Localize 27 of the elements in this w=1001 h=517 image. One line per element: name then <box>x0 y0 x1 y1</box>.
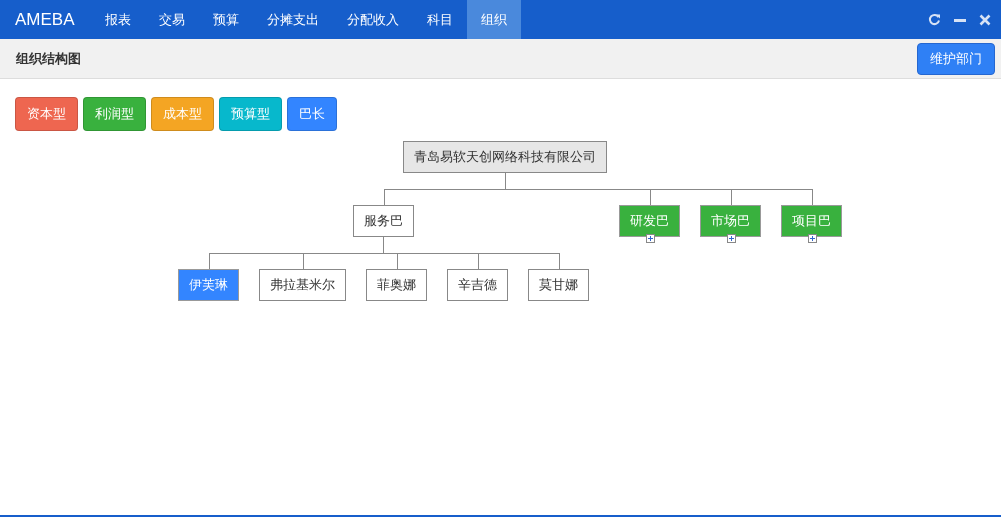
legend-tag: 成本型 <box>151 97 214 131</box>
org-node[interactable]: 莫甘娜 <box>528 269 589 301</box>
refresh-icon[interactable] <box>928 13 941 26</box>
org-node[interactable]: 青岛易软天创网络科技有限公司 <box>403 141 607 173</box>
org-node[interactable]: 菲奥娜 <box>366 269 427 301</box>
legend-tag: 资本型 <box>15 97 78 131</box>
expand-icon[interactable] <box>807 234 817 243</box>
org-node[interactable]: 服务巴 <box>353 205 414 237</box>
expand-icon[interactable] <box>645 234 655 243</box>
maintain-department-button[interactable]: 维护部门 <box>917 42 995 75</box>
nav-tab[interactable]: 报表 <box>91 0 145 39</box>
legend-tag: 巴长 <box>287 97 337 131</box>
page-title: 组织结构图 <box>16 49 81 68</box>
org-node[interactable]: 弗拉基米尔 <box>259 269 346 301</box>
nav-tab[interactable]: 预算 <box>199 0 253 39</box>
nav-tab[interactable]: 交易 <box>145 0 199 39</box>
org-node[interactable]: 辛吉德 <box>447 269 508 301</box>
nav-tab[interactable]: 组织 <box>467 0 521 39</box>
expand-icon[interactable] <box>726 234 736 243</box>
org-node[interactable]: 伊芙琳 <box>178 269 239 301</box>
close-icon[interactable] <box>979 13 991 26</box>
nav-tab[interactable]: 分摊支出 <box>253 0 333 39</box>
legend-tag: 预算型 <box>219 97 282 131</box>
legend-tag: 利润型 <box>83 97 146 131</box>
nav-tab[interactable]: 科目 <box>413 0 467 39</box>
nav-tab[interactable]: 分配收入 <box>333 0 413 39</box>
app-title: AMEBA <box>14 9 76 30</box>
